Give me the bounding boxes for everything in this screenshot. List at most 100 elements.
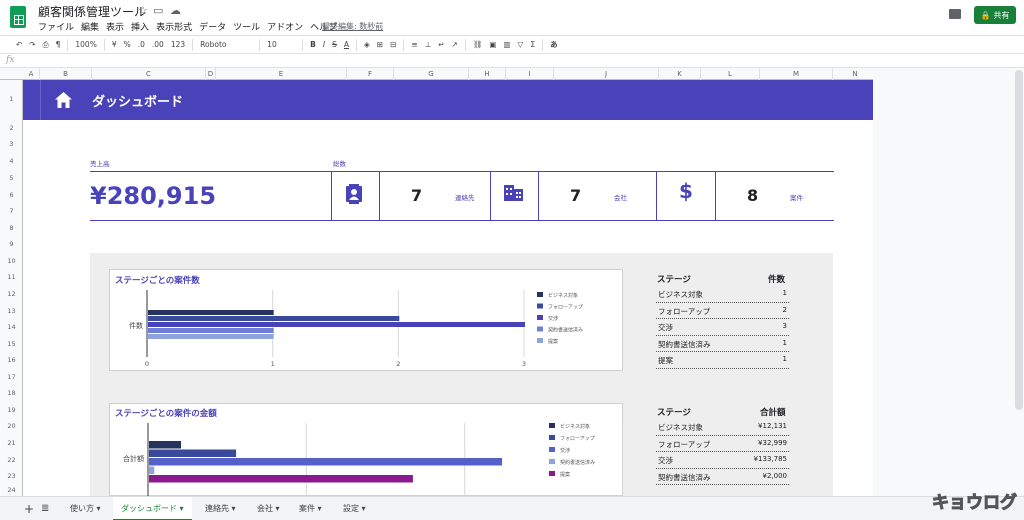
percent-format-button[interactable]: % (124, 40, 131, 49)
row-header[interactable]: 14 (0, 323, 23, 331)
column-header[interactable]: L (701, 68, 760, 80)
row-header[interactable]: 5 (0, 174, 23, 182)
add-sheet-icon[interactable]: + (24, 497, 34, 520)
row-header[interactable]: 13 (0, 307, 23, 315)
row-header[interactable]: 18 (0, 389, 23, 397)
currency-format-button[interactable]: ¥ (112, 40, 117, 49)
paint-format-icon[interactable]: ¶ (56, 40, 61, 49)
row-header[interactable]: 16 (0, 356, 23, 364)
row-header[interactable]: 6 (0, 191, 23, 199)
strikethrough-button[interactable]: S (332, 40, 337, 49)
insert-chart-icon[interactable]: ▥ (503, 40, 510, 49)
more-formats-select[interactable]: 123 (171, 40, 185, 49)
undo-icon[interactable]: ↶ (16, 40, 22, 49)
row-header[interactable]: 20 (0, 422, 23, 430)
column-header[interactable]: E (216, 68, 347, 80)
menu-data[interactable]: データ (199, 20, 226, 33)
row-header[interactable]: 12 (0, 290, 23, 298)
tab-settings[interactable]: 設定 ▾ (343, 497, 366, 520)
legend-swatch (549, 435, 555, 440)
italic-button[interactable]: I (323, 40, 325, 49)
column-header[interactable]: C (92, 68, 206, 80)
column-header[interactable]: N (833, 68, 878, 80)
row-header[interactable]: 19 (0, 406, 23, 414)
tab-dashboard[interactable]: ダッシュボード ▾ (113, 497, 192, 520)
increase-decimal-button[interactable]: .00 (152, 40, 164, 49)
row-header[interactable]: 22 (0, 456, 23, 464)
font-size-select[interactable]: 10 (267, 40, 295, 49)
column-header[interactable]: M (760, 68, 833, 80)
font-select[interactable]: Roboto (200, 40, 252, 49)
functions-icon[interactable]: Σ (530, 40, 535, 49)
column-header[interactable]: J (554, 68, 659, 80)
menu-file[interactable]: ファイル (38, 20, 74, 33)
row-header[interactable]: 21 (0, 439, 23, 447)
menu-view[interactable]: 表示 (106, 20, 124, 33)
row-header[interactable]: 23 (0, 472, 23, 480)
legend-swatch (549, 423, 555, 428)
watermark-logo: キョウログ (932, 493, 1018, 514)
column-header[interactable]: I (506, 68, 554, 80)
row-header[interactable]: 8 (0, 224, 23, 232)
row-header[interactable]: 7 (0, 207, 23, 215)
text-rotation-icon[interactable]: ↗ (452, 40, 458, 49)
row-header[interactable]: 2 (0, 124, 23, 132)
column-header[interactable]: F (347, 68, 394, 80)
tab-deals[interactable]: 案件 ▾ (299, 497, 322, 520)
zoom-select[interactable]: 100% (75, 40, 96, 49)
sheets-logo-icon[interactable] (10, 6, 26, 28)
row-header[interactable]: 15 (0, 340, 23, 348)
row-header[interactable]: 11 (0, 273, 23, 281)
folder-icon[interactable]: ▭ (153, 4, 163, 17)
vertical-scrollbar[interactable] (1015, 70, 1023, 410)
tick-label: 1 (271, 360, 275, 368)
row-header[interactable]: 1 (0, 95, 23, 103)
insert-link-icon[interactable]: ⛓ (473, 40, 483, 49)
column-header[interactable]: D (206, 68, 216, 80)
row-header[interactable]: 4 (0, 157, 23, 165)
text-color-button[interactable]: A (344, 40, 349, 49)
merge-cells-icon[interactable]: ⊟ (390, 40, 396, 49)
stage-value: 3 (782, 322, 787, 330)
menu-format[interactable]: 表示形式 (156, 20, 192, 33)
menu-edit[interactable]: 編集 (81, 20, 99, 33)
row-header[interactable]: 9 (0, 240, 23, 248)
star-icon[interactable]: ☆ (138, 4, 148, 17)
menu-addons[interactable]: アドオン (267, 20, 303, 33)
column-header[interactable]: H (469, 68, 506, 80)
column-header[interactable]: B (40, 68, 92, 80)
print-icon[interactable]: ⎙ (43, 40, 49, 50)
bold-button[interactable]: B (310, 40, 316, 49)
row-header[interactable]: 10 (0, 257, 23, 265)
borders-icon[interactable]: ⊞ (377, 40, 383, 49)
insert-comment-icon[interactable]: ▣ (489, 40, 496, 49)
menu-tools[interactable]: ツール (233, 20, 260, 33)
fill-color-icon[interactable]: ◈ (364, 40, 370, 49)
column-header[interactable]: K (659, 68, 701, 80)
row-header[interactable]: 3 (0, 140, 23, 148)
share-button[interactable]: 🔒 共有 (974, 6, 1016, 24)
column-header[interactable]: A (23, 68, 40, 80)
table-row: 交渉 ¥133,785 (656, 452, 789, 469)
comment-icon[interactable] (949, 9, 961, 19)
horizontal-align-icon[interactable]: ≡ (411, 40, 417, 49)
tab-usage[interactable]: 使い方 ▾ (70, 497, 101, 520)
tab-contacts[interactable]: 連絡先 ▾ (205, 497, 236, 520)
column-header[interactable]: G (394, 68, 469, 80)
tab-companies[interactable]: 会社 ▾ (257, 497, 280, 520)
menu-insert[interactable]: 挿入 (131, 20, 149, 33)
input-tools-button[interactable]: あ (550, 39, 558, 50)
row-header[interactable]: 17 (0, 373, 23, 381)
all-sheets-icon[interactable]: ≣ (41, 497, 49, 520)
document-title[interactable]: 顧客関係管理ツール (38, 3, 146, 20)
formula-bar[interactable]: fx (0, 54, 1024, 68)
row-header[interactable]: 24 (0, 486, 23, 494)
last-edit-link[interactable]: 最終編集: 数秒前 (322, 21, 383, 32)
text-wrap-icon[interactable]: ↵ (438, 40, 444, 49)
redo-icon[interactable]: ↷ (29, 40, 35, 49)
decrease-decimal-button[interactable]: .0 (138, 40, 145, 49)
cloud-status-icon[interactable]: ☁ (170, 4, 181, 17)
filter-icon[interactable]: ▽ (518, 40, 524, 49)
vertical-align-icon[interactable]: ⊥ (425, 40, 432, 49)
stage-count-table: ビジネス対象 1 フォローアップ 2 交渉 3 契約書送信済み 1 提案 1 (656, 286, 789, 369)
